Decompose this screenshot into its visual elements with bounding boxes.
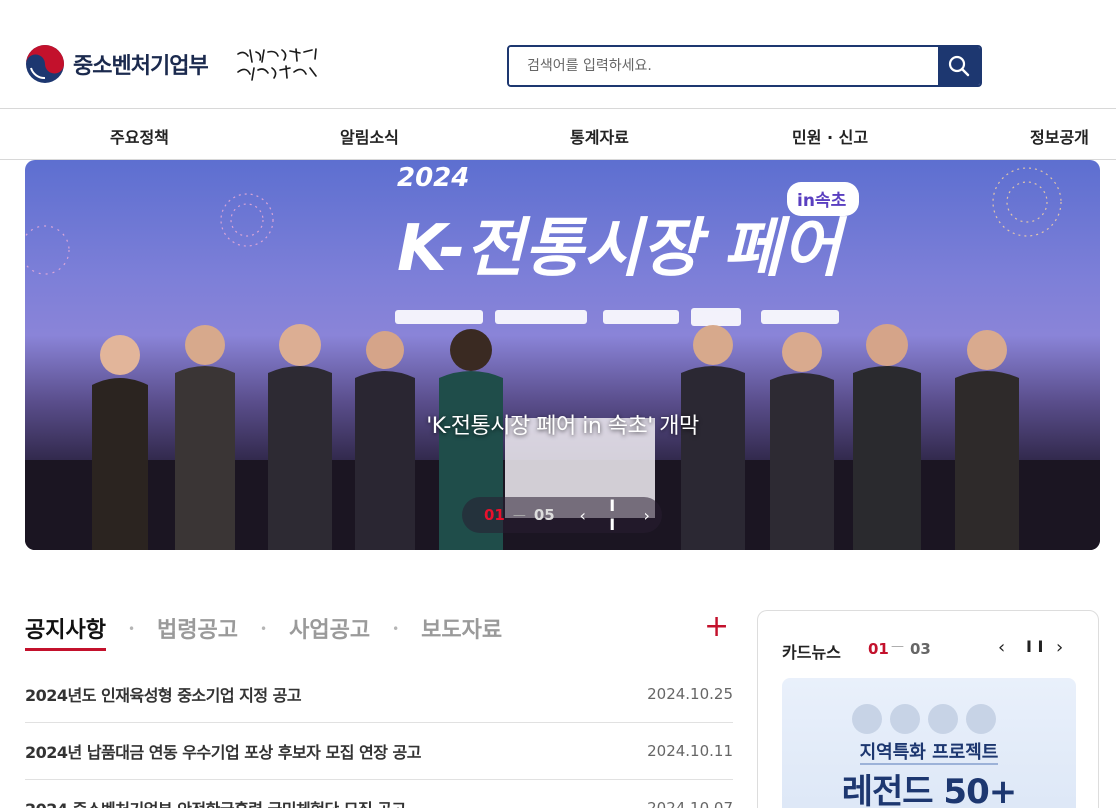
- nav-item-statistics[interactable]: 통계자료: [570, 124, 629, 148]
- notice-list: 2024년도 인재육성형 중소기업 지정 공고 2024.10.25 2024년…: [25, 666, 733, 808]
- main-navigation: 주요정책 알림소식 통계자료 민원 · 신고 정보공개: [0, 108, 1116, 160]
- nav-item-information-disclosure[interactable]: 정보공개: [1030, 124, 1089, 148]
- cardnews-index-separator: —: [891, 639, 904, 654]
- nav-item-news[interactable]: 알림소식: [340, 124, 399, 148]
- banner-total-count: 05: [533, 506, 555, 524]
- banner-pause-icon[interactable]: I I: [607, 496, 619, 534]
- tab-press-releases[interactable]: 보도자료: [421, 612, 502, 644]
- notice-title[interactable]: 2024 중소벤처기업부 안전한국훈련 국민체험단 모집 공고: [25, 796, 406, 808]
- cardnews-headline: 레전드 50+: [841, 772, 1017, 808]
- banner-index-separator: —: [512, 507, 526, 523]
- notice-title[interactable]: 2024년 납품대금 연동 우수기업 포상 후보자 모집 연장 공고: [25, 739, 421, 763]
- slogan-calligraphy: [237, 48, 317, 81]
- tab-legal-notices[interactable]: 법령공고: [157, 612, 238, 644]
- site-header: 중소벤처기업부: [0, 0, 1116, 108]
- banner-slider-control: 01 — 05 ‹ I I ›: [462, 496, 662, 534]
- notice-tabs: 공지사항 • 법령공고 • 사업공고 • 보도자료: [25, 612, 502, 654]
- nav-item-civil-complaint[interactable]: 민원 · 신고: [792, 124, 868, 148]
- cardnews-subtitle: 지역특화 프로젝트: [859, 742, 999, 765]
- cardnews-title: 카드뉴스: [782, 643, 841, 662]
- cardnews-icon-row: [852, 704, 996, 734]
- more-plus-icon[interactable]: +: [704, 612, 729, 642]
- cardnews-prev-icon[interactable]: ‹: [998, 637, 1005, 658]
- trophy-icon: [890, 704, 920, 734]
- nav-item-policy[interactable]: 주요정책: [110, 124, 169, 148]
- banner-current-index: 01: [484, 506, 505, 524]
- cardnews-total-count: 03: [910, 640, 931, 658]
- tab-separator: •: [127, 622, 136, 636]
- banner-event-title: K-전통시장 페어: [397, 212, 848, 286]
- cardnews-current-index: 01: [868, 640, 889, 658]
- handshake-icon: [928, 704, 958, 734]
- taegeuk-emblem-icon: [26, 45, 64, 83]
- search-button[interactable]: [938, 47, 980, 85]
- tab-notices[interactable]: 공지사항: [25, 612, 106, 651]
- ministry-name: 중소벤처기업부: [73, 54, 209, 79]
- banner-year: 2024: [397, 163, 469, 193]
- list-item[interactable]: 2024년 납품대금 연동 우수기업 포상 후보자 모집 연장 공고 2024.…: [25, 723, 733, 780]
- tab-business-announcements[interactable]: 사업공고: [289, 612, 370, 644]
- cardnews-image[interactable]: 지역특화 프로젝트 레전드 50+: [782, 678, 1076, 808]
- tab-separator: •: [260, 622, 268, 636]
- search-box: [507, 45, 982, 87]
- banner-event-badge: in속초: [797, 191, 847, 211]
- search-icon: [948, 55, 970, 77]
- cardnews-next-icon[interactable]: ›: [1056, 637, 1063, 658]
- ministry-logo[interactable]: 중소벤처기업부: [25, 44, 209, 84]
- list-item[interactable]: 2024년도 인재육성형 중소기업 지정 공고 2024.10.25: [25, 666, 733, 723]
- list-item[interactable]: 2024 중소벤처기업부 안전한국훈련 국민체험단 모집 공고 2024.10.…: [25, 780, 733, 808]
- chart-icon: [852, 704, 882, 734]
- main-banner-slider[interactable]: 2024 K-전통시장 페어 in속초 'K-전통시장 페어 in 속초' 개막…: [25, 160, 1100, 550]
- cardnews-panel: 카드뉴스 01 — 03 ‹ I I › 지역특화 프로젝트 레전드 50+: [757, 610, 1099, 808]
- notice-date: 2024.10.11: [647, 742, 733, 760]
- banner-caption[interactable]: 'K-전통시장 페어 in 속초' 개막: [25, 408, 1100, 440]
- notice-date: 2024.10.07: [647, 799, 733, 808]
- banner-photo: 2024 K-전통시장 페어 in속초: [25, 163, 1100, 550]
- building-icon: [966, 704, 996, 734]
- banner-prev-icon[interactable]: ‹: [577, 506, 589, 525]
- search-input[interactable]: [509, 47, 938, 85]
- tab-separator: •: [392, 622, 400, 636]
- banner-next-icon[interactable]: ›: [641, 506, 653, 525]
- notice-title[interactable]: 2024년도 인재육성형 중소기업 지정 공고: [25, 682, 302, 706]
- notice-date: 2024.10.25: [647, 685, 733, 703]
- cardnews-pause-icon[interactable]: I I: [1026, 637, 1043, 656]
